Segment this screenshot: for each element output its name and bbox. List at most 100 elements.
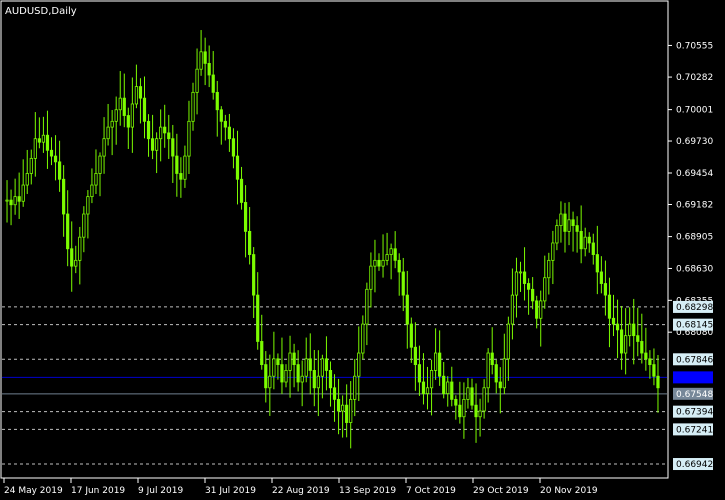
candle: [78, 226, 82, 285]
candle: [167, 114, 171, 159]
candle: [304, 337, 308, 383]
candle-body: [611, 317, 616, 325]
candle-body: [53, 155, 58, 163]
candle: [211, 51, 215, 100]
candle-body: [90, 184, 94, 198]
candle-body: [361, 323, 365, 354]
candle: [187, 100, 191, 175]
candle: [74, 245, 78, 274]
candle: [239, 166, 244, 210]
candle-body: [159, 126, 163, 140]
candle-body: [142, 97, 147, 122]
candle: [381, 234, 385, 278]
candle: [98, 152, 102, 197]
candle-body: [450, 381, 454, 400]
candle-body: [223, 120, 227, 128]
candle-body: [29, 158, 33, 174]
candle: [199, 30, 203, 76]
candle-body: [126, 115, 130, 128]
candle: [429, 359, 434, 416]
candle-body: [624, 335, 628, 354]
level-tag-label: 0.67241: [676, 425, 713, 435]
candle: [490, 327, 494, 375]
candle-body: [341, 404, 345, 412]
candle-body: [33, 138, 37, 159]
candle-body: [316, 375, 320, 389]
time-tick-label: 24 May 2019: [4, 486, 63, 496]
candle-body: [644, 352, 648, 360]
candle-body: [579, 230, 583, 250]
candle: [341, 395, 345, 438]
candle: [405, 270, 409, 349]
candle: [434, 328, 438, 380]
candle: [179, 157, 183, 198]
candle: [272, 331, 276, 390]
candle: [292, 343, 296, 388]
candle-body: [276, 358, 280, 366]
candle-body: [514, 271, 519, 296]
candle: [632, 298, 636, 365]
candle-body: [486, 352, 490, 389]
candle: [126, 107, 130, 149]
candle: [571, 211, 575, 252]
candle: [82, 206, 86, 253]
candle-body: [446, 381, 450, 394]
candle: [62, 165, 66, 237]
candle: [458, 381, 462, 424]
candle: [296, 350, 300, 392]
candle: [518, 261, 523, 292]
current-price-tag-label: 0.67548: [676, 390, 713, 400]
candle-body: [349, 398, 353, 423]
candle: [619, 306, 624, 370]
candle-body: [235, 155, 240, 180]
candle-body: [248, 230, 252, 255]
candle: [648, 350, 652, 379]
level-tags: 0.68298 0.68145 0.67846 0.67394 0.67241 0.669…: [673, 300, 713, 471]
candle-body: [86, 196, 90, 215]
candle: [316, 350, 320, 417]
candle: [332, 374, 337, 422]
candle: [159, 109, 163, 162]
candle-body: [118, 97, 122, 111]
candle: [579, 205, 583, 264]
candle: [207, 45, 211, 88]
candle-body: [640, 341, 644, 354]
candle: [442, 362, 446, 399]
candle: [86, 190, 90, 239]
candle: [227, 113, 231, 152]
candle-body: [328, 370, 333, 389]
level-tag-label: 0.66942: [676, 460, 713, 470]
candle: [320, 354, 324, 399]
candle-body: [98, 155, 102, 174]
price-chart[interactable]: AUDUSD,Daily 0.70555 0.70282 0.70001 0.6973…: [0, 0, 725, 500]
candle: [591, 233, 595, 265]
candle: [336, 378, 341, 435]
time-tick-label: 20 Nov 2019: [540, 486, 598, 496]
candle: [522, 247, 527, 301]
level-tag-label: 0.68145: [676, 321, 713, 331]
candle-body: [37, 138, 41, 143]
candle-body: [494, 364, 498, 383]
candle: [138, 78, 143, 124]
candle-body: [252, 254, 256, 296]
candle-body: [559, 213, 563, 226]
candle-body: [106, 126, 110, 140]
candle-body: [531, 288, 535, 302]
candle-body: [219, 109, 223, 122]
price-tick-label: 0.69182: [676, 201, 713, 211]
candle-body: [466, 387, 470, 400]
candle-body: [595, 254, 599, 273]
candle: [478, 398, 482, 437]
candle-body: [82, 213, 86, 238]
candle-body: [543, 277, 547, 302]
time-tick-label: 17 Jun 2019: [71, 486, 125, 496]
candle: [369, 252, 373, 308]
candle-body: [518, 271, 523, 274]
candle-body: [385, 254, 389, 261]
price-tick-label: 0.68905: [676, 233, 713, 243]
candle-body: [300, 375, 304, 383]
candle: [102, 117, 106, 174]
candle: [373, 239, 377, 293]
candle: [547, 252, 551, 295]
candle: [611, 294, 616, 337]
